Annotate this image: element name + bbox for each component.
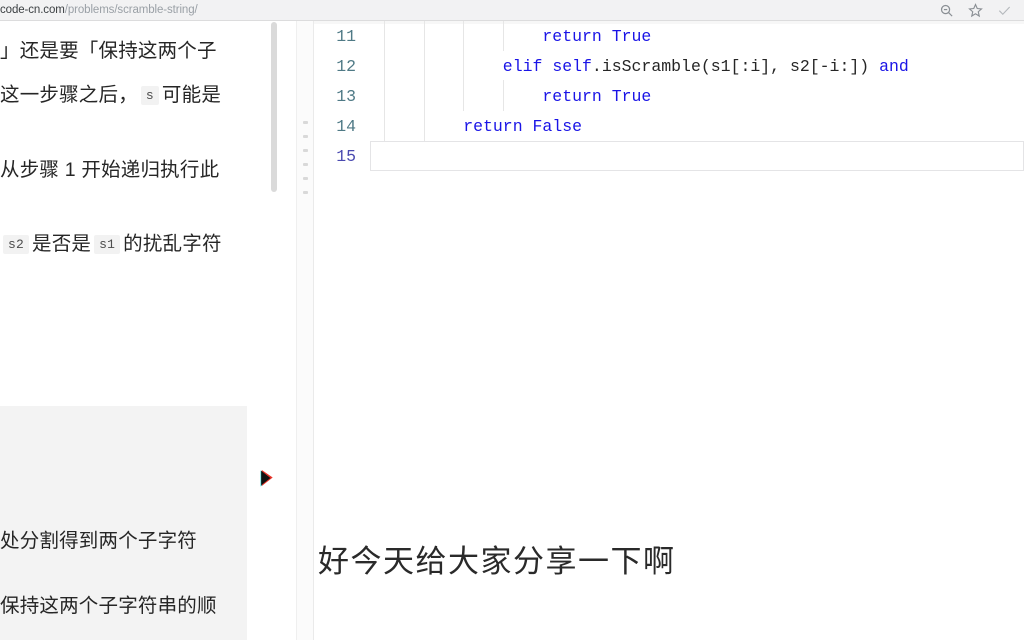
code-line[interactable]: 14 return False xyxy=(314,110,1024,141)
code-separator xyxy=(370,141,1024,142)
desc-line-4-tail: 的扰乱字符 xyxy=(123,233,222,255)
indent-guide xyxy=(423,110,425,141)
grip-dot xyxy=(302,163,308,166)
indent-guide xyxy=(384,80,385,111)
code-tokens: elif self.isScramble(s1[:i], s2[-i:]) an… xyxy=(370,57,909,76)
indent-guide xyxy=(384,50,385,81)
splitter-grip-icon[interactable] xyxy=(302,121,308,194)
code-tokens: return False xyxy=(370,117,582,136)
code-token: return xyxy=(542,26,602,46)
grip-dot xyxy=(302,149,308,152)
problem-description-body: 」还是要「保持这两个子 这一步骤之后， s 可能是 从步骤 1 开始递归执行此 s2… xyxy=(0,21,279,267)
indent-guide xyxy=(384,110,385,141)
desc-line-2: 这一步骤之后， s 可能是 xyxy=(0,73,279,118)
code-line[interactable]: 15 xyxy=(314,141,1024,171)
code-lines-container[interactable]: 11 return True 12 elif self.isScramble(s1[:… xyxy=(314,21,1024,171)
overlay-card: 处分割得到两个子字符 保持这两个子字符串的顺 xyxy=(0,406,247,640)
code-token: return xyxy=(463,116,523,136)
indent-guide xyxy=(502,21,504,51)
overlay-line-2: 保持这两个子字符串的顺 xyxy=(0,595,217,617)
address-bar[interactable]: code-cn.com/problems/scramble-string/ xyxy=(0,0,939,21)
desc-spacer-2 xyxy=(0,192,279,222)
line-number: 15 xyxy=(336,146,356,166)
desc-line-4: s2 是否是 s1 的扰乱字符 xyxy=(0,222,279,267)
browser-chrome: code-cn.com/problems/scramble-string/ xyxy=(0,0,1024,21)
code-line-text[interactable]: return True xyxy=(370,80,1024,111)
desc-line-3: 从步骤 1 开始递归执行此 xyxy=(0,159,220,181)
left-panel-scrollbar-thumb[interactable] xyxy=(271,22,277,192)
code-token: return xyxy=(542,86,602,106)
code-token: elif xyxy=(502,56,543,76)
indent-guide xyxy=(463,21,465,51)
code-tokens: return True xyxy=(370,27,651,46)
indent-guide xyxy=(423,50,425,81)
desc-spacer-1 xyxy=(0,118,279,148)
line-number: 14 xyxy=(336,116,356,136)
indent-guide xyxy=(463,50,465,81)
desc-line-2-text: 这一步骤之后， xyxy=(0,84,138,106)
check-icon[interactable] xyxy=(997,3,1012,18)
grip-dot xyxy=(302,177,308,180)
panel-splitter[interactable] xyxy=(296,21,314,640)
code-line[interactable]: 13 return True xyxy=(314,80,1024,111)
line-number: 13 xyxy=(336,86,356,106)
grip-dot xyxy=(302,121,308,124)
code-line-text[interactable]: return True xyxy=(370,21,1024,51)
desc-line-4-mid: 是否是 xyxy=(32,233,92,255)
inline-code-s: s xyxy=(140,86,159,105)
grip-dot xyxy=(302,191,308,194)
indent-guide xyxy=(463,80,465,111)
code-tokens: return True xyxy=(370,87,651,106)
url-host: code-cn.com xyxy=(0,4,65,16)
code-token: True xyxy=(611,26,652,46)
code-token: .isScramble(s1[:i], s2[-i:]) xyxy=(591,56,880,76)
line-number: 12 xyxy=(336,56,356,76)
star-icon[interactable] xyxy=(968,2,983,18)
desc-line-1: 」还是要「保持这两个子 xyxy=(0,40,217,62)
indent-guide xyxy=(423,80,425,111)
code-line-text[interactable] xyxy=(370,141,1024,171)
subtitle-text: 好今天给大家分享一下啊 xyxy=(318,544,676,579)
browser-actions xyxy=(939,2,1024,18)
inline-code-s2: s2 xyxy=(3,235,30,254)
code-token: self xyxy=(552,56,592,76)
cursor-pointer-icon xyxy=(258,469,276,491)
left-panel-scrollbar[interactable] xyxy=(270,21,279,640)
search-zoom-icon[interactable] xyxy=(939,3,954,18)
code-token: and xyxy=(879,56,909,76)
page-content: 」还是要「保持这两个子 这一步骤之后， s 可能是 从步骤 1 开始递归执行此 s2… xyxy=(0,21,1024,640)
code-line[interactable]: 12 elif self.isScramble(s1[:i], s2[-i:]) … xyxy=(314,50,1024,81)
grip-dot xyxy=(302,135,308,138)
code-line-text[interactable]: return False xyxy=(370,110,1024,141)
url-path: /problems/scramble-string/ xyxy=(64,4,198,16)
subtitle-overlay: 好今天给大家分享一下啊 xyxy=(314,514,1024,640)
desc-line-2-tail: 可能是 xyxy=(161,84,222,106)
overlay-line-1: 处分割得到两个子字符 xyxy=(0,530,198,552)
inline-code-s1: s1 xyxy=(94,235,121,254)
indent-guide xyxy=(384,21,385,51)
code-token: True xyxy=(611,86,652,106)
indent-guide xyxy=(423,21,425,51)
line-number: 11 xyxy=(336,26,356,46)
code-line-text[interactable]: elif self.isScramble(s1[:i], s2[-i:]) an… xyxy=(370,50,1024,81)
indent-guide xyxy=(502,80,504,111)
code-line[interactable]: 11 return True xyxy=(314,21,1024,51)
code-token: False xyxy=(532,116,583,136)
